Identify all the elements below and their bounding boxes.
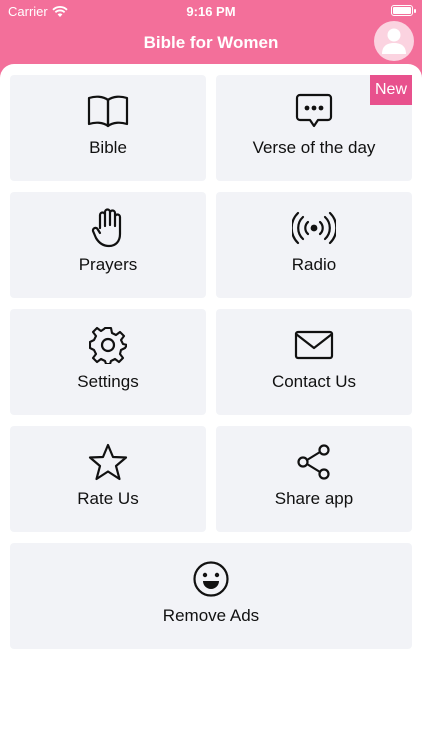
star-icon <box>88 443 128 481</box>
tile-label-verse: Verse of the day <box>252 138 376 157</box>
share-app-tile[interactable]: Share app <box>216 426 412 532</box>
person-icon <box>382 28 406 54</box>
chat-bubble-icon <box>295 93 333 128</box>
gear-icon <box>89 326 127 364</box>
verse-of-the-day-tile[interactable]: New Verse of the day <box>216 75 412 181</box>
page-title: Bible for Women <box>143 33 279 52</box>
tile-label-bible: Bible <box>89 138 127 157</box>
prayers-tile[interactable]: Prayers <box>10 192 206 298</box>
battery-icon <box>391 5 416 16</box>
profile-button[interactable] <box>374 21 414 61</box>
tile-label-contact: Contact Us <box>271 372 357 391</box>
tile-label-remove-ads: Remove Ads <box>162 606 260 625</box>
settings-tile[interactable]: Settings <box>10 309 206 415</box>
tile-label-settings: Settings <box>77 372 139 391</box>
rate-us-tile[interactable]: Rate Us <box>10 426 206 532</box>
bible-tile[interactable]: Bible <box>10 75 206 181</box>
radio-tile[interactable]: Radio <box>216 192 412 298</box>
status-time: 9:16 PM <box>186 4 236 19</box>
tile-label-prayers: Prayers <box>78 255 138 274</box>
book-icon <box>87 95 129 128</box>
tile-label-rate: Rate Us <box>77 489 139 508</box>
share-icon <box>297 444 330 480</box>
status-bar: Carrier 9:16 PM <box>0 0 422 24</box>
menu-sheet: Bible New Verse of the day Prayers Radio… <box>0 64 422 750</box>
hand-icon <box>91 208 122 248</box>
mail-icon <box>294 330 334 360</box>
smiley-icon <box>193 561 229 597</box>
broadcast-icon <box>292 211 336 245</box>
remove-ads-tile[interactable]: Remove Ads <box>10 543 412 649</box>
contact-us-tile[interactable]: Contact Us <box>216 309 412 415</box>
tile-label-radio: Radio <box>291 255 337 274</box>
tile-label-share: Share app <box>274 489 354 508</box>
new-badge: New <box>369 75 412 105</box>
